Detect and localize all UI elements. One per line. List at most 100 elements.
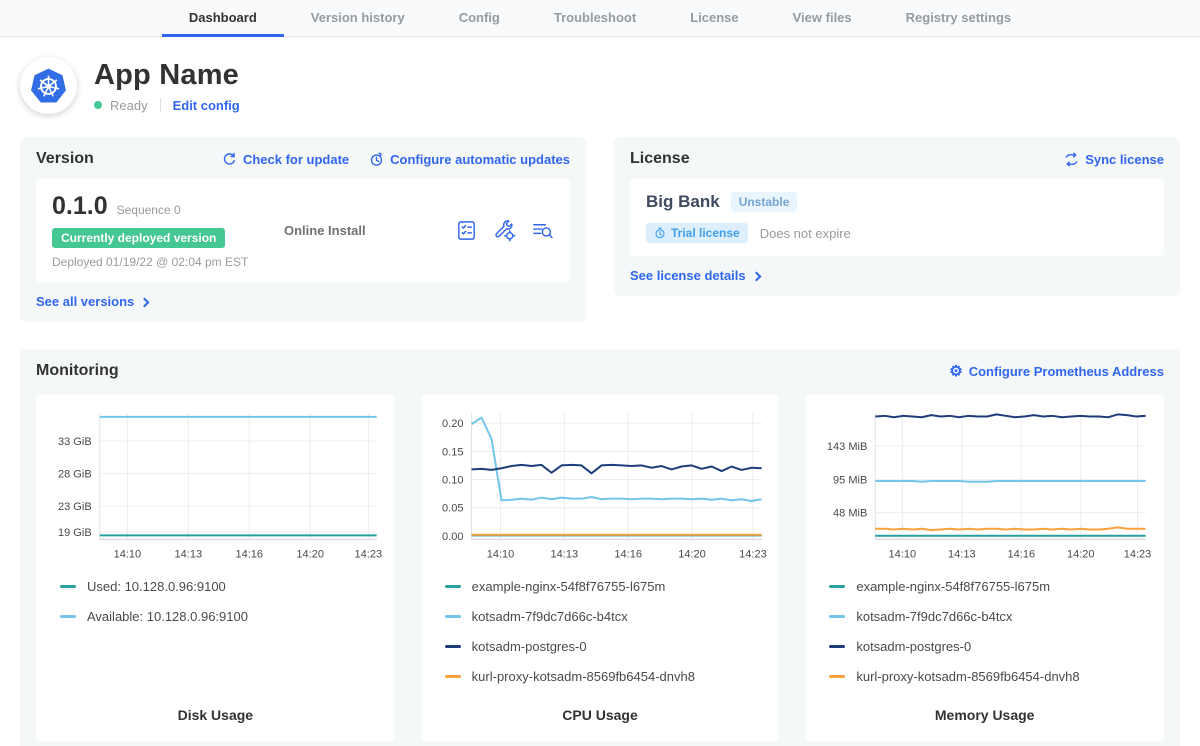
svg-text:33 GiB: 33 GiB [58, 436, 92, 448]
legend-item: kurl-proxy-kotsadm-8569fb6454-dnvh8 [445, 669, 768, 684]
license-panel: Big Bank Unstable Trial license D [630, 179, 1164, 256]
tab-license[interactable]: License [663, 0, 765, 37]
top-nav: Dashboard Version history Config Trouble… [0, 0, 1200, 37]
tab-config[interactable]: Config [432, 0, 527, 37]
legend-label: kotsadm-postgres-0 [472, 639, 587, 654]
legend-dash-icon [445, 585, 461, 588]
tab-troubleshoot[interactable]: Troubleshoot [527, 0, 663, 37]
legend-item: kotsadm-postgres-0 [445, 639, 768, 654]
preflight-checks-icon[interactable] [455, 219, 478, 242]
svg-text:0.00: 0.00 [442, 531, 463, 543]
svg-text:14:23: 14:23 [355, 548, 383, 560]
disk-usage-chart-card: 14:1014:1314:1614:2014:2333 GiB28 GiB23 … [36, 395, 395, 741]
sync-license-button[interactable]: Sync license [1064, 152, 1164, 167]
sync-arrows-icon [1064, 152, 1079, 167]
edit-config-link[interactable]: Edit config [173, 98, 240, 113]
svg-text:23 GiB: 23 GiB [58, 501, 92, 513]
legend-label: kurl-proxy-kotsadm-8569fb6454-dnvh8 [472, 669, 695, 684]
license-card-title: License [630, 150, 690, 168]
legend-item: kurl-proxy-kotsadm-8569fb6454-dnvh8 [829, 669, 1152, 684]
view-logs-icon[interactable] [531, 219, 554, 242]
version-card: Version Check for update [20, 137, 586, 322]
svg-text:14:23: 14:23 [739, 548, 767, 560]
legend-item: example-nginx-54f8f76755-l675m [829, 579, 1152, 594]
chart-title-cpu: CPU Usage [433, 699, 768, 727]
legend-label: example-nginx-54f8f76755-l675m [472, 579, 666, 594]
svg-text:48 MiB: 48 MiB [833, 508, 867, 520]
legend-item: Used: 10.128.0.96:9100 [60, 579, 383, 594]
monitoring-title: Monitoring [36, 362, 119, 380]
see-license-details-link[interactable]: See license details [630, 268, 1164, 283]
cpu-usage-chart: 14:1014:1314:1614:2014:230.200.150.100.0… [433, 407, 768, 565]
schedule-clock-icon [369, 152, 384, 167]
app-status: Ready [110, 98, 148, 113]
svg-text:14:10: 14:10 [889, 548, 917, 560]
memory-usage-chart: 14:1014:1314:1614:2014:23143 MiB95 MiB48… [817, 407, 1152, 565]
svg-text:14:20: 14:20 [1067, 548, 1095, 560]
svg-text:14:13: 14:13 [550, 548, 578, 560]
legend-dash-icon [445, 675, 461, 678]
svg-text:28 GiB: 28 GiB [58, 469, 92, 481]
legend-item: example-nginx-54f8f76755-l675m [445, 579, 768, 594]
chevron-right-icon [140, 297, 150, 307]
svg-text:14:16: 14:16 [235, 548, 263, 560]
svg-text:14:13: 14:13 [948, 548, 976, 560]
deployed-badge: Currently deployed version [52, 228, 225, 248]
refresh-icon [222, 152, 237, 167]
svg-text:0.05: 0.05 [442, 503, 463, 515]
memory-usage-chart-card: 14:1014:1314:1614:2014:23143 MiB95 MiB48… [805, 395, 1164, 741]
svg-text:14:23: 14:23 [1124, 548, 1152, 560]
memory-usage-legend: example-nginx-54f8f76755-l675m kotsadm-7f… [817, 579, 1152, 699]
current-version-panel: 0.1.0 Sequence 0 Currently deployed vers… [36, 179, 570, 282]
tab-registry-settings[interactable]: Registry settings [879, 0, 1038, 37]
tab-dashboard[interactable]: Dashboard [162, 0, 284, 37]
check-for-update-button[interactable]: Check for update [222, 152, 349, 167]
disk-usage-chart: 14:1014:1314:1614:2014:2333 GiB28 GiB23 … [48, 407, 383, 565]
status-dot-icon [94, 101, 102, 109]
legend-dash-icon [829, 675, 845, 678]
tab-view-files[interactable]: View files [766, 0, 879, 37]
svg-text:0.20: 0.20 [442, 418, 463, 430]
license-card: License Sync license Big Bank [614, 137, 1180, 296]
legend-label: Used: 10.128.0.96:9100 [87, 579, 226, 594]
legend-label: kurl-proxy-kotsadm-8569fb6454-dnvh8 [856, 669, 1079, 684]
channel-badge: Unstable [731, 192, 798, 212]
legend-dash-icon [60, 615, 76, 618]
legend-item: kotsadm-postgres-0 [829, 639, 1152, 654]
legend-label: Available: 10.128.0.96:9100 [87, 609, 248, 624]
chevron-right-icon [751, 271, 761, 281]
see-all-versions-link[interactable]: See all versions [36, 294, 570, 309]
legend-item: Available: 10.128.0.96:9100 [60, 609, 383, 624]
cpu-usage-chart-card: 14:1014:1314:1614:2014:230.200.150.100.0… [421, 395, 780, 741]
legend-label: kotsadm-7f9dc7d66c-b4tcx [856, 609, 1012, 624]
sequence-label: Sequence 0 [117, 203, 181, 217]
gear-icon: ⚙ [949, 364, 962, 379]
svg-text:14:10: 14:10 [114, 548, 142, 560]
app-header: App Name Ready Edit config [20, 57, 1180, 114]
svg-text:95 MiB: 95 MiB [833, 475, 867, 487]
configure-wrench-icon[interactable] [493, 219, 516, 242]
legend-item: kotsadm-7f9dc7d66c-b4tcx [445, 609, 768, 624]
legend-item: kotsadm-7f9dc7d66c-b4tcx [829, 609, 1152, 624]
license-type-badge: Trial license [646, 223, 748, 243]
legend-dash-icon [60, 585, 76, 588]
deployed-timestamp: Deployed 01/19/22 @ 02:04 pm EST [52, 255, 284, 269]
svg-text:0.15: 0.15 [442, 446, 463, 458]
divider [160, 98, 161, 112]
svg-text:0.10: 0.10 [442, 475, 463, 487]
legend-dash-icon [829, 585, 845, 588]
configure-automatic-updates-button[interactable]: Configure automatic updates [369, 152, 570, 167]
svg-text:14:10: 14:10 [486, 548, 514, 560]
svg-text:14:16: 14:16 [614, 548, 642, 560]
kots-dashboard-page: Dashboard Version history Config Trouble… [0, 0, 1200, 746]
svg-text:19 GiB: 19 GiB [58, 527, 92, 539]
cpu-usage-legend: example-nginx-54f8f76755-l675m kotsadm-7f… [433, 579, 768, 699]
legend-dash-icon [829, 645, 845, 648]
stopwatch-icon [654, 227, 666, 239]
svg-text:143 MiB: 143 MiB [827, 441, 867, 453]
tab-version-history[interactable]: Version history [284, 0, 432, 37]
configure-prometheus-button[interactable]: ⚙ Configure Prometheus Address [949, 364, 1164, 379]
legend-dash-icon [445, 615, 461, 618]
version-number: 0.1.0 [52, 192, 108, 221]
svg-text:14:20: 14:20 [296, 548, 324, 560]
